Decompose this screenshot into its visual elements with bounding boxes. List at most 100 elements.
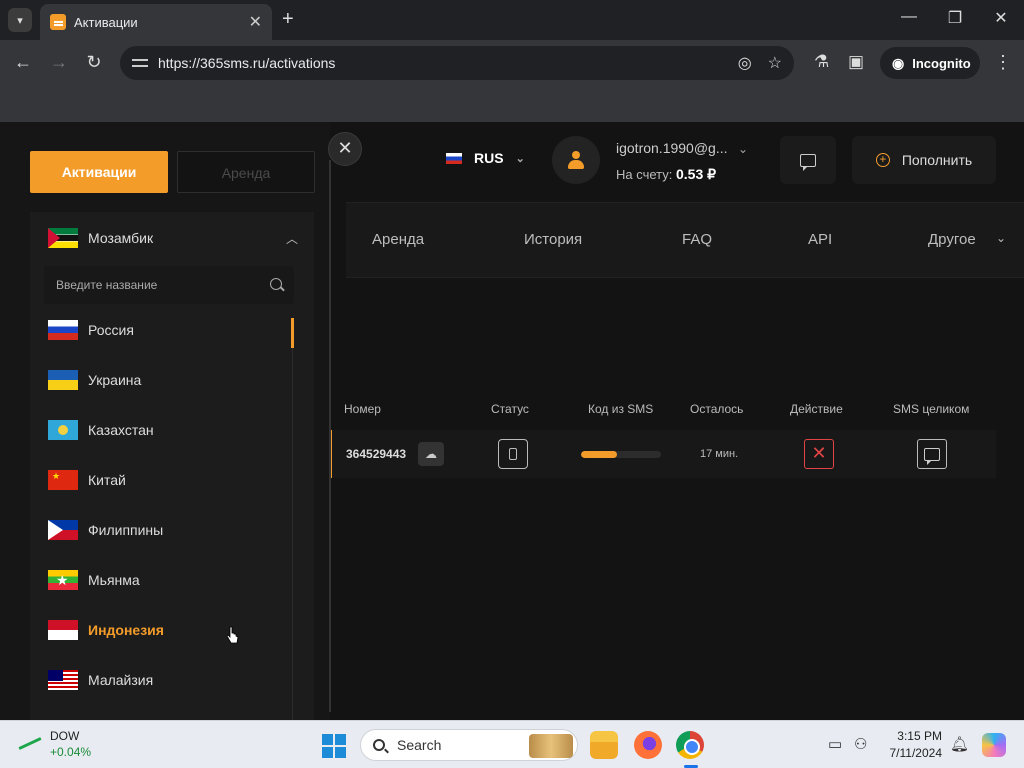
mouse-cursor-icon [226, 626, 239, 644]
user-icon [568, 151, 584, 169]
avatar[interactable] [552, 136, 600, 184]
language-label: RUS [474, 150, 504, 166]
search-highlight-image [529, 734, 573, 758]
clock-date: 7/11/2024 [889, 746, 943, 760]
search-icon [373, 739, 385, 751]
start-button[interactable] [322, 734, 346, 758]
support-chat-button[interactable] [780, 136, 836, 184]
side-panel-icon[interactable]: ▣ [848, 52, 864, 72]
eye-off-icon[interactable]: ◎ [738, 53, 752, 73]
url-text[interactable]: https://365sms.ru/activations [158, 55, 722, 71]
full-sms-button[interactable] [917, 439, 947, 469]
plus-circle-icon: + [875, 153, 890, 167]
country-search [44, 266, 294, 304]
nav-item-other[interactable]: Другое [928, 231, 976, 248]
incognito-badge[interactable]: ◉ Incognito [880, 47, 980, 79]
selected-country[interactable]: Мозамбик [48, 228, 153, 248]
chevron-down-icon: ⌄ [515, 152, 525, 165]
remaining-time: 17 мин. [700, 448, 739, 460]
cancel-button[interactable]: ✕ [804, 439, 834, 469]
page: RUS ⌄ igotron.1990@g... ⌄ На счету: 0.53… [0, 122, 1024, 720]
language-selector[interactable]: RUS ⌄ [446, 150, 525, 166]
mozambique-flag-icon [48, 228, 78, 248]
myanmar-flag-icon [48, 570, 78, 590]
copilot-icon[interactable] [982, 733, 1006, 757]
indonesia-flag-icon [48, 620, 78, 640]
file-explorer-icon[interactable] [590, 731, 618, 759]
tab-search-button[interactable]: ▾ [8, 8, 32, 32]
phone-number[interactable]: 364529443 [346, 447, 406, 461]
incognito-icon: ◉ [892, 54, 905, 71]
nav-item-rent[interactable]: Аренда [372, 231, 424, 248]
firefox-icon[interactable] [634, 731, 662, 759]
other-chevron-icon[interactable]: ⌄ [996, 231, 1006, 245]
list-item[interactable]: Украина [48, 368, 141, 392]
back-button[interactable]: ← [12, 52, 34, 73]
list-item[interactable]: Казахстан [48, 418, 154, 442]
notification-bell-icon[interactable]: 🔔︎ [950, 735, 969, 753]
stock-change: +0.04% [50, 745, 92, 759]
list-item[interactable]: Россия [48, 318, 134, 342]
kazakhstan-flag-icon [48, 420, 78, 440]
network-icon[interactable]: ⚇ [854, 735, 867, 753]
site-info-icon[interactable] [132, 56, 148, 70]
topup-button[interactable]: + Пополнить [852, 136, 996, 184]
bookmark-star-icon[interactable]: ☆ [768, 53, 782, 73]
china-flag-icon [48, 470, 78, 490]
stock-widget[interactable]: DOW +0.04% [18, 729, 91, 759]
list-scrollbar-thumb[interactable] [291, 318, 294, 348]
stock-name: DOW [50, 729, 80, 743]
search-icon[interactable] [270, 278, 282, 290]
new-tab-button[interactable]: + [282, 8, 294, 31]
selected-country-label: Мозамбик [88, 230, 154, 246]
phone-icon [509, 448, 517, 460]
column-header-remaining: Осталось [690, 402, 744, 416]
nav-item-api[interactable]: API [808, 231, 832, 248]
list-item[interactable]: Китай [48, 468, 126, 492]
taskbar: DOW +0.04% Search ▭ ⚇ 3:15 PM 7/11/2024 … [0, 720, 1024, 768]
chrome-icon[interactable] [676, 731, 704, 759]
list-item[interactable]: Филиппины [48, 518, 163, 542]
forward-button[interactable]: → [48, 52, 70, 73]
chat-icon [800, 153, 816, 171]
toolbar-strip [0, 86, 1024, 122]
close-window-button[interactable]: ✕ [989, 8, 1013, 28]
country-panel: Активации Аренда Мозамбик ︿ Россия Украи… [0, 122, 330, 720]
incognito-label: Incognito [912, 55, 971, 71]
tab-rent[interactable]: Аренда [177, 151, 315, 193]
column-header-action: Действие [790, 402, 843, 416]
browser-menu-icon[interactable]: ⋮ [994, 52, 1012, 73]
status-button[interactable] [498, 439, 528, 469]
panel-close-button[interactable]: ✕ [328, 132, 362, 166]
taskbar-search[interactable]: Search [360, 729, 578, 761]
reload-button[interactable]: ↻ [83, 52, 105, 73]
labs-flask-icon[interactable]: ⚗ [814, 52, 829, 72]
column-header-status: Статус [491, 402, 529, 416]
minimize-button[interactable]: — [897, 8, 921, 26]
tab-title: Активации [74, 14, 138, 30]
column-header-number: Номер [344, 402, 381, 416]
address-bar[interactable]: https://365sms.ru/activations ◎ ☆ [120, 46, 794, 80]
browser-tab-bar: ▾ Активации ✕ + — ❐ ✕ [0, 0, 1024, 40]
country-selector: Мозамбик ︿ Россия Украина Казахстан Кита… [30, 212, 314, 720]
browser-tab[interactable]: Активации ✕ [40, 4, 272, 40]
tab-close-icon[interactable]: ✕ [249, 12, 262, 32]
list-scrollbar-track[interactable] [292, 348, 293, 720]
user-email[interactable]: igotron.1990@g... [616, 140, 728, 156]
tab-activations[interactable]: Активации [30, 151, 168, 193]
device-icon[interactable]: ▭ [828, 735, 842, 753]
message-icon [924, 447, 940, 465]
user-menu-chevron-icon[interactable]: ⌄ [738, 142, 748, 156]
chevron-up-icon[interactable]: ︿ [286, 230, 298, 247]
nav-item-history[interactable]: История [524, 231, 582, 248]
clock[interactable]: 3:15 PM 7/11/2024 [884, 729, 943, 763]
list-item[interactable]: Мьянма [48, 568, 140, 592]
country-search-input[interactable] [44, 266, 264, 304]
ukraine-flag-icon [48, 370, 78, 390]
nav-item-faq[interactable]: FAQ [682, 231, 712, 248]
list-item[interactable]: Индонезия [48, 618, 164, 642]
maximize-button[interactable]: ❐ [943, 8, 967, 28]
balance: На счету: 0.53 ₽ [616, 166, 716, 183]
cloud-icon[interactable]: ☁ [418, 442, 444, 466]
list-item[interactable]: Малайзия [48, 668, 153, 692]
